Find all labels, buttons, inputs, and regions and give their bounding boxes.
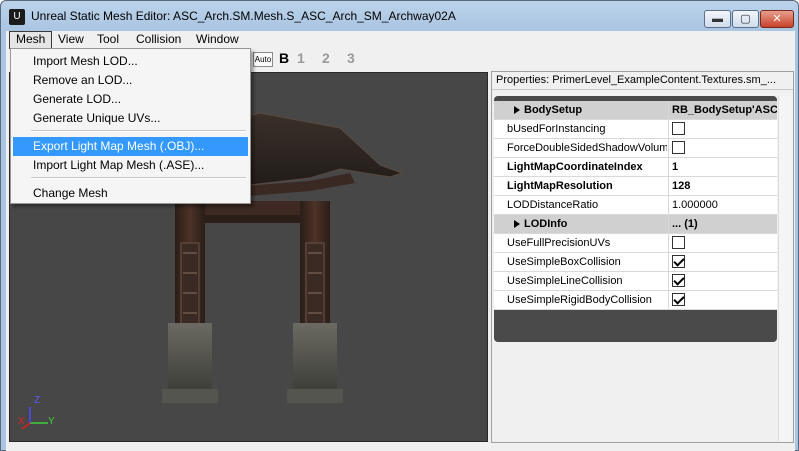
property-row[interactable]: UseFullPrecisionUVs xyxy=(494,234,777,253)
property-value[interactable]: ... (1) xyxy=(668,215,777,233)
properties-header: Properties: PrimerLevel_ExampleContent.T… xyxy=(492,72,793,90)
close-button[interactable]: ✕ xyxy=(760,10,794,28)
property-value xyxy=(668,139,777,157)
menu-remove-lod[interactable]: Remove an LOD... xyxy=(13,71,248,90)
menu-collision[interactable]: Collision xyxy=(130,31,187,49)
property-checkbox[interactable] xyxy=(672,274,685,287)
property-value xyxy=(668,253,777,271)
maximize-button[interactable]: ▢ xyxy=(732,10,759,28)
properties-grid: BodySetup RB_BodySetup'ASC bUsedForInstanc… xyxy=(494,101,777,310)
menu-window[interactable]: Window xyxy=(190,31,245,49)
properties-scrollbar[interactable] xyxy=(778,96,791,441)
menu-change-mesh[interactable]: Change Mesh xyxy=(13,184,248,203)
properties-grid-frame: BodySetup RB_BodySetup'ASC bUsedForInstanc… xyxy=(494,96,777,342)
auto-lod-button[interactable]: Auto xyxy=(253,52,273,67)
menu-tool[interactable]: Tool xyxy=(91,31,125,49)
menu-view[interactable]: View xyxy=(52,31,90,49)
property-checkbox[interactable] xyxy=(672,236,685,249)
property-row[interactable]: bUsedForInstancing xyxy=(494,120,777,139)
menu-generate-unique-uvs[interactable]: Generate Unique UVs... xyxy=(13,109,248,128)
editor-window: U Unreal Static Mesh Editor: ASC_Arch.SM… xyxy=(0,0,799,451)
property-row[interactable]: LODInfo ... (1) xyxy=(494,215,777,234)
menu-mesh[interactable]: Mesh xyxy=(9,31,53,49)
property-row[interactable]: UseSimpleRigidBodyCollision xyxy=(494,291,777,310)
property-row[interactable]: LODDistanceRatio 1.000000 xyxy=(494,196,777,215)
property-name: LODDistanceRatio xyxy=(507,199,599,211)
expand-triangle-icon[interactable] xyxy=(514,220,520,228)
property-value xyxy=(668,291,777,309)
axis-y-label: Y xyxy=(48,416,55,427)
base-lod-button[interactable]: B xyxy=(279,50,289,66)
property-name: UseSimpleBoxCollision xyxy=(507,256,621,268)
properties-panel: Properties: PrimerLevel_ExampleContent.T… xyxy=(491,71,794,443)
property-row[interactable]: ForceDoubleSidedShadowVolume xyxy=(494,139,777,158)
property-name: LightMapCoordinateIndex xyxy=(507,161,643,173)
property-value xyxy=(668,120,777,138)
property-checkbox[interactable] xyxy=(672,293,685,306)
property-value xyxy=(668,234,777,252)
expand-triangle-icon[interactable] xyxy=(514,106,520,114)
property-name: UseFullPrecisionUVs xyxy=(507,237,611,249)
axis-gizmo: Z Y X xyxy=(18,395,58,435)
menu-import-light-map-mesh[interactable]: Import Light Map Mesh (.ASE)... xyxy=(13,156,248,175)
property-name: UseSimpleRigidBodyCollision xyxy=(507,294,652,306)
title-bar[interactable]: U Unreal Static Mesh Editor: ASC_Arch.SM… xyxy=(1,1,798,31)
property-group-label: LODInfo xyxy=(524,218,568,230)
axis-z-label: Z xyxy=(34,395,41,406)
mesh-menu-dropdown: Import Mesh LOD... Remove an LOD... Gene… xyxy=(10,48,251,204)
menu-export-light-map-mesh[interactable]: Export Light Map Mesh (.OBJ)... xyxy=(13,137,248,156)
property-checkbox[interactable] xyxy=(672,122,685,135)
property-row[interactable]: UseSimpleLineCollision xyxy=(494,272,777,291)
lod-3-button[interactable]: 3 xyxy=(347,50,355,66)
app-icon: U xyxy=(9,9,25,25)
menu-bar: Mesh View Tool Collision Window xyxy=(6,31,795,49)
property-name: LightMapResolution xyxy=(507,180,613,192)
property-name: UseSimpleLineCollision xyxy=(507,275,623,287)
property-value[interactable]: 1.000000 xyxy=(668,196,777,214)
property-checkbox[interactable] xyxy=(672,141,685,154)
window-title: Unreal Static Mesh Editor: ASC_Arch.SM.M… xyxy=(31,9,456,23)
property-value[interactable]: RB_BodySetup'ASC xyxy=(668,101,777,119)
property-group-label: BodySetup xyxy=(524,104,583,116)
property-value[interactable]: 1 xyxy=(668,158,777,176)
lod-1-button[interactable]: 1 xyxy=(297,50,305,66)
minimize-button[interactable]: ▬ xyxy=(704,10,731,28)
property-row[interactable]: LightMapCoordinateIndex 1 xyxy=(494,158,777,177)
menu-separator xyxy=(31,130,246,132)
property-value[interactable]: 128 xyxy=(668,177,777,195)
menu-import-mesh-lod[interactable]: Import Mesh LOD... xyxy=(13,52,248,71)
property-name: ForceDoubleSidedShadowVolume xyxy=(507,142,667,154)
lod-2-button[interactable]: 2 xyxy=(322,50,330,66)
property-row[interactable]: LightMapResolution 128 xyxy=(494,177,777,196)
property-name: bUsedForInstancing xyxy=(507,123,606,135)
menu-generate-lod[interactable]: Generate LOD... xyxy=(13,90,248,109)
property-row[interactable]: UseSimpleBoxCollision xyxy=(494,253,777,272)
property-value xyxy=(668,272,777,290)
menu-separator xyxy=(31,177,246,179)
property-row[interactable]: BodySetup RB_BodySetup'ASC xyxy=(494,101,777,120)
axis-x-label: X xyxy=(18,416,25,427)
property-checkbox[interactable] xyxy=(672,255,685,268)
